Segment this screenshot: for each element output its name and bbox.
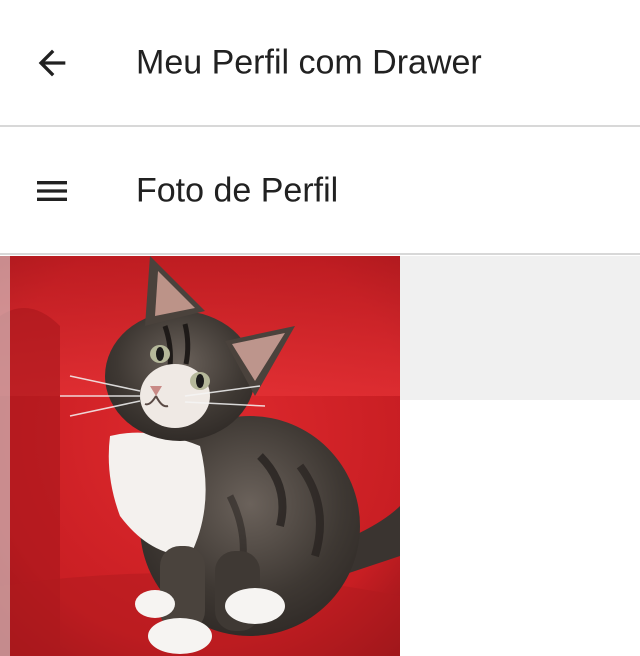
profile-photo[interactable] (0, 256, 400, 656)
arrow-back-icon (38, 49, 66, 76)
back-button[interactable] (18, 29, 86, 97)
top-app-bar: Meu Perfil com Drawer (0, 0, 640, 127)
kitten-image (0, 256, 400, 656)
hamburger-menu-icon (37, 180, 67, 201)
side-panel (400, 256, 640, 400)
menu-button[interactable] (18, 157, 86, 225)
section-bar: Foto de Perfil (0, 128, 640, 255)
page-title: Meu Perfil com Drawer (136, 43, 482, 81)
section-title: Foto de Perfil (136, 171, 339, 209)
